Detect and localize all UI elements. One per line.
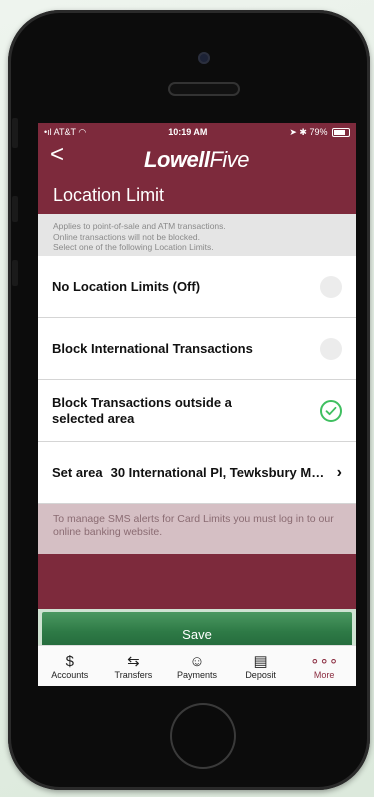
status-bar: •ıl AT&T ◠ 10:19 AM ➤ ✱ 79% (38, 123, 356, 141)
tab-label: Deposit (245, 669, 276, 680)
option-label-line: selected area (52, 410, 135, 426)
radio-unchecked-icon[interactable] (320, 337, 342, 360)
carrier-signal: •ıl AT&T ◠ (44, 127, 86, 138)
tab-deposit[interactable]: ▤ Deposit (229, 646, 293, 686)
wifi-icon: ◠ (78, 126, 87, 137)
option-label: Block Transactions outside a selected ar… (52, 395, 232, 427)
bottom-tab-bar: $ Accounts ⇆ Transfers ☺ Payments ▤ Depo… (38, 645, 356, 686)
tab-accounts[interactable]: $ Accounts (38, 646, 102, 686)
check-deposit-icon: ▤ (253, 652, 268, 670)
info-banner: Applies to point-of-sale and ATM transac… (38, 214, 356, 256)
option-block-international[interactable]: Block International Transactions (38, 318, 356, 380)
app-screen: •ıl AT&T ◠ 10:19 AM ➤ ✱ 79% < LowellFive… (38, 123, 356, 686)
page-title: Location Limit (53, 185, 165, 205)
sms-alert-note: To manage SMS alerts for Card Limits you… (38, 504, 356, 554)
decorative-band (38, 554, 356, 609)
location-icon: ➤ (289, 126, 297, 137)
logo-word-lowell: Lowell (144, 147, 210, 172)
checkmark-icon (325, 406, 337, 415)
app-header: < LowellFive Location Limit (38, 141, 356, 214)
volume-up-button (12, 196, 18, 222)
back-chevron-icon[interactable]: < (50, 141, 64, 169)
option-no-location-limits[interactable]: No Location Limits (Off) (38, 256, 356, 318)
dollar-icon: $ (65, 652, 74, 670)
chevron-right-icon: › (336, 463, 342, 481)
payment-hand-icon: ☺ (189, 652, 205, 670)
signal-icon: •ıl (44, 126, 52, 137)
info-line: Applies to point-of-sale and ATM transac… (53, 221, 226, 231)
info-line: Select one of the following Location Lim… (53, 242, 214, 252)
set-area-row[interactable]: Set area 30 International Pl, Tewksbury M… (38, 442, 356, 504)
option-block-outside-area[interactable]: Block Transactions outside a selected ar… (38, 380, 356, 442)
option-label-line: Block Transactions outside a (52, 394, 232, 410)
radio-unchecked-icon[interactable] (320, 275, 342, 298)
tab-label: Accounts (51, 669, 89, 680)
checkmark-circle-icon[interactable] (320, 399, 342, 422)
battery-icon (332, 127, 350, 137)
tab-more[interactable]: ∘∘∘ More (292, 646, 356, 686)
clock: 10:19 AM (168, 127, 208, 137)
tab-transfers[interactable]: ⇆ Transfers (102, 646, 166, 686)
home-button[interactable] (170, 703, 236, 769)
more-dots-icon: ∘∘∘ (310, 652, 339, 670)
carrier-label: AT&T (53, 126, 76, 137)
tab-payments[interactable]: ☺ Payments (165, 646, 229, 686)
tab-label: Payments (176, 669, 217, 680)
bluetooth-icon: ✱ (299, 126, 307, 137)
earpiece-speaker (168, 82, 240, 96)
brand-logo: LowellFive (144, 147, 250, 173)
volume-down-button (12, 260, 18, 286)
option-label: No Location Limits (Off) (52, 278, 201, 294)
front-camera (198, 52, 210, 64)
option-label: Block International Transactions (52, 340, 253, 356)
tab-label: More (313, 669, 335, 680)
set-area-value: 30 International Pl, Tewksbury MA 0... (110, 465, 326, 480)
logo-word-five: Five (209, 147, 250, 172)
battery-percent: 79% (309, 126, 328, 137)
transfer-arrows-icon: ⇆ (127, 652, 140, 670)
set-area-text: Set area 30 International Pl, Tewksbury M… (52, 465, 326, 480)
tab-label: Transfers (114, 669, 153, 680)
set-area-label: Set area (52, 465, 103, 480)
info-line: Online transactions will not be blocked. (53, 231, 200, 242)
battery-group: ➤ ✱ 79% (289, 127, 350, 138)
mute-switch (12, 118, 18, 148)
